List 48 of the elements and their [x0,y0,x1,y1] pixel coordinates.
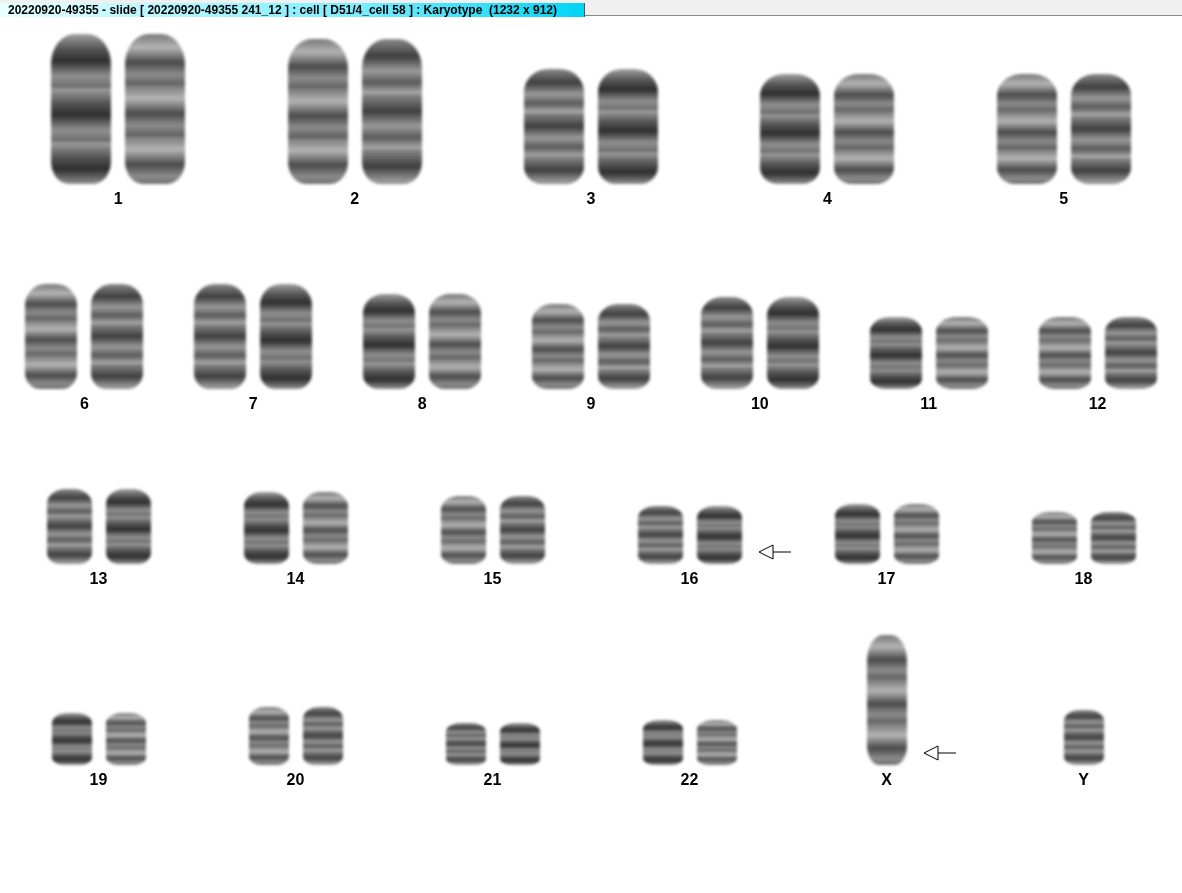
chromosome-label: 18 [1074,570,1093,588]
chromosome-label: Y [1078,771,1089,789]
chromosome-label: 8 [417,395,427,413]
chromosome-label: 12 [1088,395,1107,413]
chromosome-label: 13 [89,570,108,588]
chromosome-label: 19 [89,771,108,789]
chromosome-label: 9 [586,395,596,413]
chromosome-image [243,492,289,564]
chromosome-image [893,504,939,564]
chromosome-label: 21 [483,771,502,789]
chromosome-label: 15 [483,570,502,588]
chromosome-label: 20 [286,771,305,789]
chromosome-label: 22 [680,771,699,789]
chromosome-image [642,720,683,765]
chromosome-image [1090,512,1136,564]
chromosome-image [637,506,683,564]
window-title: 20220920-49355 - slide [ 20220920-49355 241_12 ] : cell [ D51/4_cell 58 ] : Karyotype (1232 x 912) [0,3,585,17]
chromosome-image [869,317,922,389]
chromosome-image [440,496,486,564]
chromosome-label: 17 [877,570,896,588]
chromosome-image [1104,317,1157,389]
chromosome-image [696,720,737,765]
chromosome-image [248,707,289,765]
chromosome-image [499,723,540,765]
chromosome-image [499,496,545,564]
chromosome-image [834,504,880,564]
chromosome-image [302,707,343,765]
chromosome-label: 1 [113,190,123,208]
chromosome-image [935,317,988,389]
chromosome-label: 16 [680,570,699,588]
chromosome-label: 7 [248,395,258,413]
chromosome-image [51,713,92,765]
chromosome-image [1063,710,1104,765]
chromosome-label: 2 [350,190,360,208]
chromosome-image [302,492,348,564]
chromosome-label: 10 [750,395,769,413]
chromosome-image [445,723,486,765]
chromosome-label: 3 [586,190,596,208]
chromosome-label: 14 [286,570,305,588]
chromosome-image [105,713,146,765]
chromosome-label: 4 [822,190,832,208]
chromosome-image [696,506,742,564]
chromosome-label: 11 [920,395,938,413]
chromosome-image [1038,317,1091,389]
chromosome-label: 5 [1059,190,1069,208]
chromosome-label: X [881,771,892,789]
chromosome-image [1031,512,1077,564]
chromosome-label: 6 [79,395,89,413]
